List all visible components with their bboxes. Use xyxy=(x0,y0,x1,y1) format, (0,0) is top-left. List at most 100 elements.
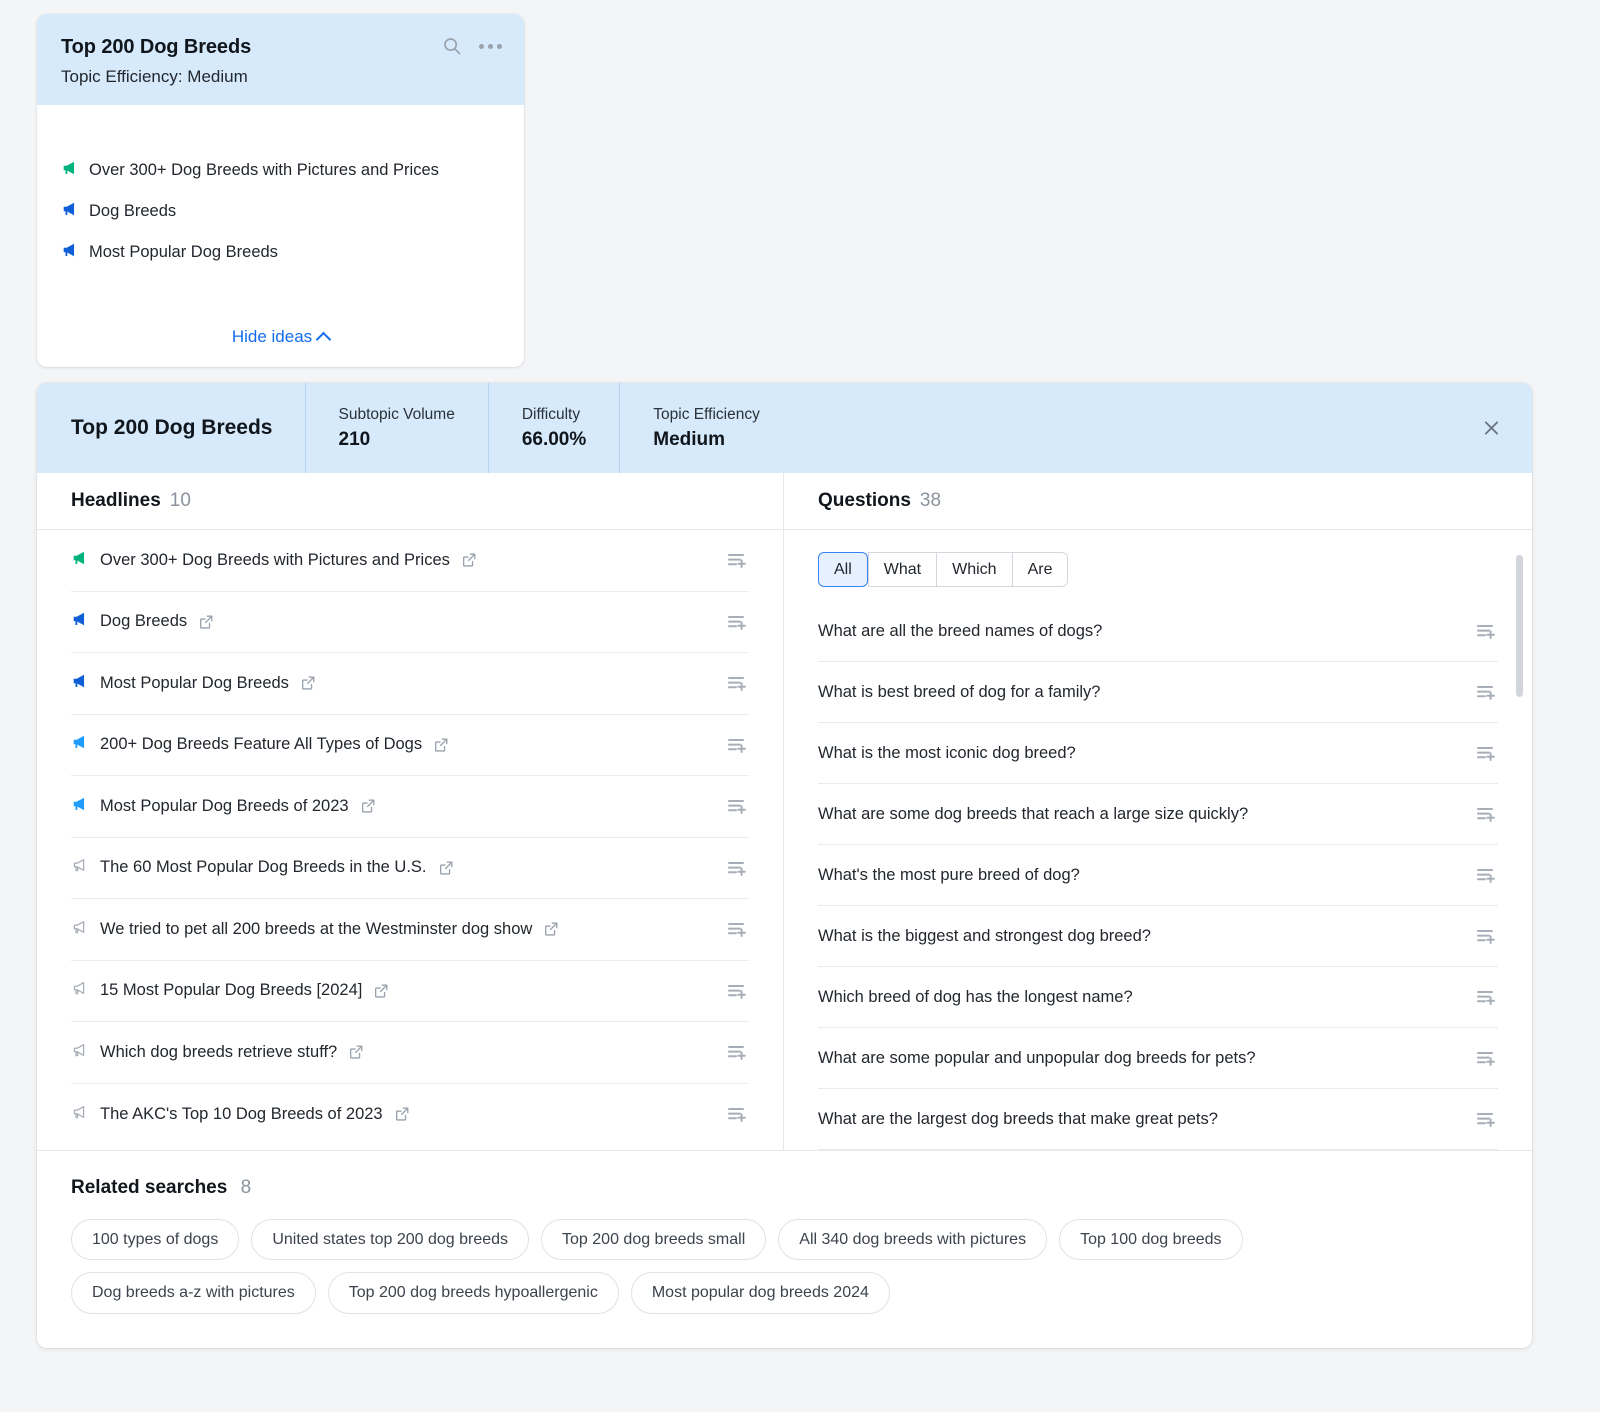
add-to-list-icon[interactable] xyxy=(727,1105,749,1123)
add-to-list-icon[interactable] xyxy=(727,736,749,754)
headline-row[interactable]: 200+ Dog Breeds Feature All Types of Dog… xyxy=(71,715,749,777)
external-link-icon[interactable] xyxy=(198,614,214,630)
headline-row[interactable]: 15 Most Popular Dog Breeds [2024] xyxy=(71,961,749,1023)
search-icon[interactable] xyxy=(442,36,462,56)
headline-row[interactable]: Dog Breeds xyxy=(71,592,749,654)
related-searches-header: Related searches 8 xyxy=(71,1177,1498,1199)
question-text: What are some popular and unpopular dog … xyxy=(818,1049,1256,1068)
add-to-list-icon[interactable] xyxy=(727,613,749,631)
headline-text: Most Popular Dog Breeds xyxy=(100,674,289,693)
headline-row[interactable]: Over 300+ Dog Breeds with Pictures and P… xyxy=(71,530,749,592)
add-to-list-icon[interactable] xyxy=(1476,805,1498,823)
add-to-list-icon[interactable] xyxy=(727,551,749,569)
related-search-chip[interactable]: United states top 200 dog breeds xyxy=(251,1219,529,1260)
external-link-icon[interactable] xyxy=(348,1044,364,1060)
related-search-chip[interactable]: Top 200 dog breeds hypoallergenic xyxy=(328,1272,619,1313)
headlines-column: Headlines 10 Over 300+ Dog Breeds with P… xyxy=(37,473,784,1150)
question-text: Which breed of dog has the longest name? xyxy=(818,988,1133,1007)
question-row[interactable]: What is the biggest and strongest dog br… xyxy=(818,906,1498,967)
headlines-count: 10 xyxy=(170,490,191,512)
close-icon[interactable] xyxy=(1477,414,1506,443)
external-link-icon[interactable] xyxy=(300,675,316,691)
panel-columns: Headlines 10 Over 300+ Dog Breeds with P… xyxy=(37,473,1532,1151)
headline-row[interactable]: Most Popular Dog Breeds of 2023 xyxy=(71,776,749,838)
metric-topic-efficiency: Topic Efficiency Medium xyxy=(619,383,793,473)
related-search-chip[interactable]: Dog breeds a-z with pictures xyxy=(71,1272,316,1313)
topic-detail-panel: Top 200 Dog Breeds Subtopic Volume 210 D… xyxy=(37,383,1532,1348)
headline-row[interactable]: The AKC's Top 10 Dog Breeds of 2023 xyxy=(71,1084,749,1146)
list-item[interactable]: Most Popular Dog Breeds xyxy=(61,241,500,264)
megaphone-icon xyxy=(71,672,89,695)
chevron-up-icon xyxy=(316,331,332,347)
headline-text: 15 Most Popular Dog Breeds [2024] xyxy=(100,981,362,1000)
related-search-chip[interactable]: All 340 dog breeds with pictures xyxy=(778,1219,1047,1260)
headlines-heading: Headlines xyxy=(71,490,161,512)
list-item-label: Most Popular Dog Breeds xyxy=(89,243,278,262)
more-options-icon[interactable] xyxy=(479,44,502,49)
question-filter-all[interactable]: All xyxy=(818,552,868,587)
headline-text: Most Popular Dog Breeds of 2023 xyxy=(100,797,349,816)
external-link-icon[interactable] xyxy=(373,983,389,999)
question-filter-what[interactable]: What xyxy=(868,552,936,587)
question-filter-which[interactable]: Which xyxy=(936,552,1011,587)
question-row[interactable]: Which breed of dog has the longest name? xyxy=(818,967,1498,1028)
add-to-list-icon[interactable] xyxy=(727,859,749,877)
headline-row[interactable]: Most Popular Dog Breeds xyxy=(71,653,749,715)
external-link-icon[interactable] xyxy=(433,737,449,753)
list-item[interactable]: Dog Breeds xyxy=(61,200,500,223)
question-text: What is best breed of dog for a family? xyxy=(818,683,1100,702)
hide-ideas-button[interactable]: Hide ideas xyxy=(232,327,329,347)
page-title: Top 200 Dog Breeds xyxy=(71,416,305,440)
related-search-chip[interactable]: 100 types of dogs xyxy=(71,1219,239,1260)
external-link-icon[interactable] xyxy=(461,552,477,568)
question-row[interactable]: What are some dog breeds that reach a la… xyxy=(818,784,1498,845)
related-searches-section: Related searches 8 100 types of dogs Unit… xyxy=(37,1151,1532,1347)
external-link-icon[interactable] xyxy=(394,1106,410,1122)
questions-scrollbar[interactable] xyxy=(1516,555,1523,1115)
add-to-list-icon[interactable] xyxy=(1476,622,1498,640)
question-row[interactable]: What is the most iconic dog breed? xyxy=(818,723,1498,784)
question-row[interactable]: What is best breed of dog for a family? xyxy=(818,662,1498,723)
questions-scrollbar-thumb[interactable] xyxy=(1516,555,1523,697)
external-link-icon[interactable] xyxy=(438,860,454,876)
megaphone-icon xyxy=(71,733,89,756)
panel-header: Top 200 Dog Breeds Subtopic Volume 210 D… xyxy=(37,383,1532,473)
related-searches-chips: 100 types of dogs United states top 200 d… xyxy=(71,1219,1461,1313)
add-to-list-icon[interactable] xyxy=(1476,744,1498,762)
headline-text: We tried to pet all 200 breeds at the We… xyxy=(100,920,532,939)
question-row[interactable]: What are some popular and unpopular dog … xyxy=(818,1028,1498,1089)
headline-text: Which dog breeds retrieve stuff? xyxy=(100,1043,337,1062)
add-to-list-icon[interactable] xyxy=(727,982,749,1000)
headline-row[interactable]: The 60 Most Popular Dog Breeds in the U.… xyxy=(71,838,749,900)
add-to-list-icon[interactable] xyxy=(727,1043,749,1061)
topic-card-header: Top 200 Dog Breeds Topic Efficiency: Med… xyxy=(37,14,524,105)
related-search-chip[interactable]: Top 100 dog breeds xyxy=(1059,1219,1242,1260)
add-to-list-icon[interactable] xyxy=(1476,1110,1498,1128)
add-to-list-icon[interactable] xyxy=(1476,866,1498,884)
related-search-chip[interactable]: Most popular dog breeds 2024 xyxy=(631,1272,890,1313)
question-row[interactable]: What are the largest dog breeds that mak… xyxy=(818,1089,1498,1150)
add-to-list-icon[interactable] xyxy=(1476,927,1498,945)
questions-section-header: Questions 38 xyxy=(784,473,1532,530)
headlines-section-header: Headlines 10 xyxy=(37,473,783,530)
external-link-icon[interactable] xyxy=(360,798,376,814)
list-item[interactable]: Over 300+ Dog Breeds with Pictures and P… xyxy=(61,159,500,182)
headline-text: 200+ Dog Breeds Feature All Types of Dog… xyxy=(100,735,422,754)
list-item-label: Dog Breeds xyxy=(89,202,176,221)
add-to-list-icon[interactable] xyxy=(727,674,749,692)
headline-row[interactable]: We tried to pet all 200 breeds at the We… xyxy=(71,899,749,961)
questions-list: What are all the breed names of dogs? Wha… xyxy=(784,601,1532,1150)
related-search-chip[interactable]: Top 200 dog breeds small xyxy=(541,1219,766,1260)
question-filter-are[interactable]: Are xyxy=(1012,552,1069,587)
add-to-list-icon[interactable] xyxy=(1476,988,1498,1006)
question-row[interactable]: What are all the breed names of dogs? xyxy=(818,601,1498,662)
external-link-icon[interactable] xyxy=(543,921,559,937)
metric-label: Difficulty xyxy=(522,406,586,424)
add-to-list-icon[interactable] xyxy=(1476,1049,1498,1067)
add-to-list-icon[interactable] xyxy=(727,797,749,815)
topic-ideas-card: Top 200 Dog Breeds Topic Efficiency: Med… xyxy=(37,14,524,367)
question-row[interactable]: What's the most pure breed of dog? xyxy=(818,845,1498,906)
headline-row[interactable]: Which dog breeds retrieve stuff? xyxy=(71,1022,749,1084)
add-to-list-icon[interactable] xyxy=(727,920,749,938)
add-to-list-icon[interactable] xyxy=(1476,683,1498,701)
